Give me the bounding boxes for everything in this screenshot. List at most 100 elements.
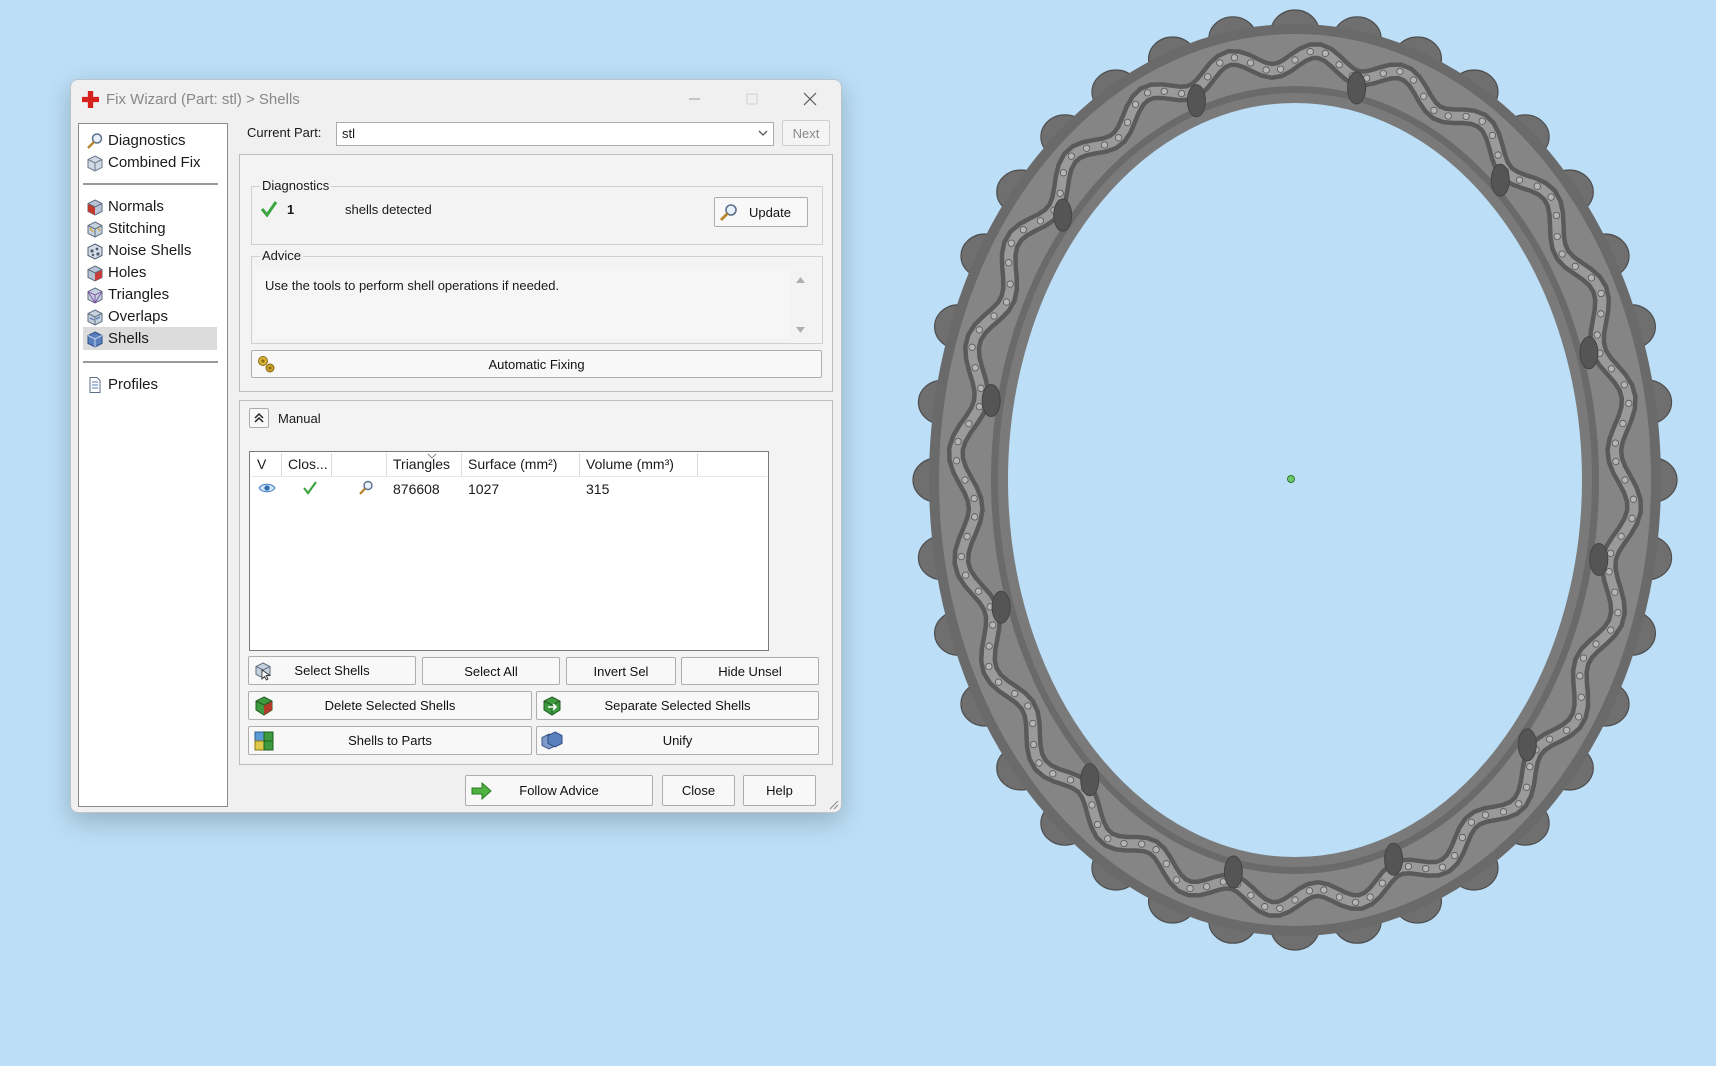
advice-fieldset: Advice Use the tools to perform shell op…: [251, 248, 823, 344]
check-icon: [260, 201, 278, 218]
cell-triangles: 876608: [393, 481, 440, 497]
separate-selected-shells-button[interactable]: Separate Selected Shells: [536, 691, 819, 720]
table-row[interactable]: 876608 1027 315: [251, 477, 768, 501]
nav-item-profiles[interactable]: Profiles: [83, 373, 217, 396]
advice-text-area: Use the tools to perform shell operation…: [253, 269, 789, 339]
minimize-icon: [689, 98, 700, 100]
update-button[interactable]: Update: [714, 197, 808, 227]
maximize-icon: [746, 93, 758, 105]
nav-item-label: Profiles: [108, 376, 159, 393]
nav-item-triangles[interactable]: Triangles: [83, 283, 217, 306]
nav-item-label: Holes: [108, 264, 147, 281]
diagnostics-status: shells detected: [345, 202, 432, 217]
triangles-cube-icon: [87, 286, 103, 304]
check-icon: [303, 481, 317, 495]
column-header-volume[interactable]: Volume (mm³): [580, 453, 698, 476]
normals-cube-icon: [87, 198, 103, 216]
cell-surface: 1027: [468, 481, 500, 497]
column-header-visible[interactable]: V: [251, 453, 282, 476]
red-cross-icon: [82, 91, 99, 108]
automatic-fixing-label: Automatic Fixing: [488, 356, 585, 372]
help-button[interactable]: Help: [743, 775, 816, 806]
magnifier-icon: [720, 204, 737, 221]
delete-selected-shells-label: Delete Selected Shells: [324, 698, 456, 713]
nav-item-shells[interactable]: Shells: [83, 327, 217, 350]
diagnostics-advice-group: Diagnostics 1 shells detected Update Adv…: [239, 154, 833, 392]
nav-item-combined-fix[interactable]: Combined Fix: [83, 151, 217, 174]
unify-icon: [541, 730, 563, 750]
nav-item-overlaps[interactable]: Overlaps: [83, 305, 217, 328]
separate-shells-icon: [543, 695, 561, 716]
advice-scrollbar[interactable]: [793, 269, 808, 339]
sort-indicator-icon: [427, 453, 437, 459]
unify-label: Unify: [662, 733, 693, 748]
nav-item-label: Triangles: [108, 286, 170, 303]
delete-selected-shells-button[interactable]: Delete Selected Shells: [248, 691, 532, 720]
resize-grip-icon[interactable]: [827, 798, 839, 810]
nav-item-label: Overlaps: [108, 308, 169, 325]
chevron-down-icon: [758, 130, 768, 136]
arrow-right-icon: [471, 781, 492, 800]
table-header: V Clos... Triangles Surface (mm²) Volume…: [251, 453, 767, 477]
close-button[interactable]: Close: [662, 775, 735, 806]
next-button[interactable]: Next: [782, 120, 830, 146]
update-label: Update: [749, 204, 791, 220]
cube-icon: [87, 154, 103, 172]
scroll-down-icon[interactable]: [793, 323, 808, 337]
column-header-closed[interactable]: Clos...: [282, 453, 332, 476]
nav-item-label: Noise Shells: [108, 242, 192, 259]
column-header-inspect[interactable]: [332, 453, 387, 476]
nav-item-normals[interactable]: Normals: [83, 195, 217, 218]
magnifier-icon: [87, 132, 103, 149]
scroll-up-icon[interactable]: [793, 273, 808, 287]
close-window-button[interactable]: [787, 85, 833, 113]
hide-unselected-button[interactable]: Hide Unsel: [681, 657, 819, 685]
diagnostics-legend: Diagnostics: [260, 178, 332, 193]
nav-item-label: Normals: [108, 198, 164, 215]
invert-selection-button[interactable]: Invert Sel: [566, 657, 676, 685]
nav-item-label: Stitching: [108, 220, 166, 237]
unify-button[interactable]: Unify: [536, 726, 819, 755]
nav-item-stitching[interactable]: Stitching: [83, 217, 217, 240]
separate-selected-shells-label: Separate Selected Shells: [604, 698, 751, 713]
advice-text: Use the tools to perform shell operation…: [265, 278, 560, 293]
select-all-button[interactable]: Select All: [422, 657, 560, 685]
current-part-select[interactable]: stl: [336, 122, 774, 146]
eye-icon[interactable]: [258, 482, 276, 494]
nav-item-label: Combined Fix: [108, 154, 201, 171]
select-shells-button[interactable]: Select Shells: [248, 656, 416, 685]
gears-icon: [258, 356, 275, 373]
nav-item-holes[interactable]: Holes: [83, 261, 217, 284]
column-header-triangles[interactable]: Triangles: [387, 453, 462, 476]
nav-item-diagnostics[interactable]: Diagnostics: [83, 129, 217, 152]
nav-item-noise-shells[interactable]: Noise Shells: [83, 239, 217, 262]
ring-model[interactable]: [880, 0, 1716, 1063]
holes-cube-icon: [87, 264, 103, 282]
window-title: Fix Wizard (Part: stl) > Shells: [106, 91, 300, 108]
title-bar[interactable]: Fix Wizard (Part: stl) > Shells: [71, 80, 841, 118]
3d-viewport[interactable]: [880, 0, 1716, 1063]
cell-volume: 315: [586, 481, 610, 497]
follow-advice-button[interactable]: Follow Advice: [465, 775, 653, 806]
delete-shells-icon: [255, 695, 273, 716]
collapse-manual-button[interactable]: [249, 408, 269, 428]
select-shells-icon: [255, 661, 272, 681]
fix-wizard-nav: Diagnostics Combined Fix Normals Stitchi…: [78, 123, 228, 807]
nav-separator: [83, 361, 218, 363]
advice-legend: Advice: [260, 248, 304, 263]
shells-to-parts-icon: [254, 731, 274, 750]
current-part-value: stl: [342, 126, 355, 141]
follow-advice-label: Follow Advice: [519, 783, 599, 798]
pivot-point-marker: [1287, 475, 1295, 483]
magnifier-icon[interactable]: [357, 479, 375, 497]
current-part-label: Current Part:: [247, 125, 322, 140]
stitching-cube-icon: [87, 220, 103, 238]
shells-to-parts-button[interactable]: Shells to Parts: [248, 726, 532, 755]
column-header-surface[interactable]: Surface (mm²): [462, 453, 580, 476]
fix-wizard-dialog: Fix Wizard (Part: stl) > Shells Diagnost…: [70, 79, 842, 813]
minimize-button[interactable]: [671, 85, 717, 113]
nav-separator: [83, 183, 218, 185]
double-chevron-up-icon: [254, 412, 264, 423]
automatic-fixing-button[interactable]: Automatic Fixing: [251, 350, 822, 378]
maximize-button[interactable]: [729, 85, 775, 113]
